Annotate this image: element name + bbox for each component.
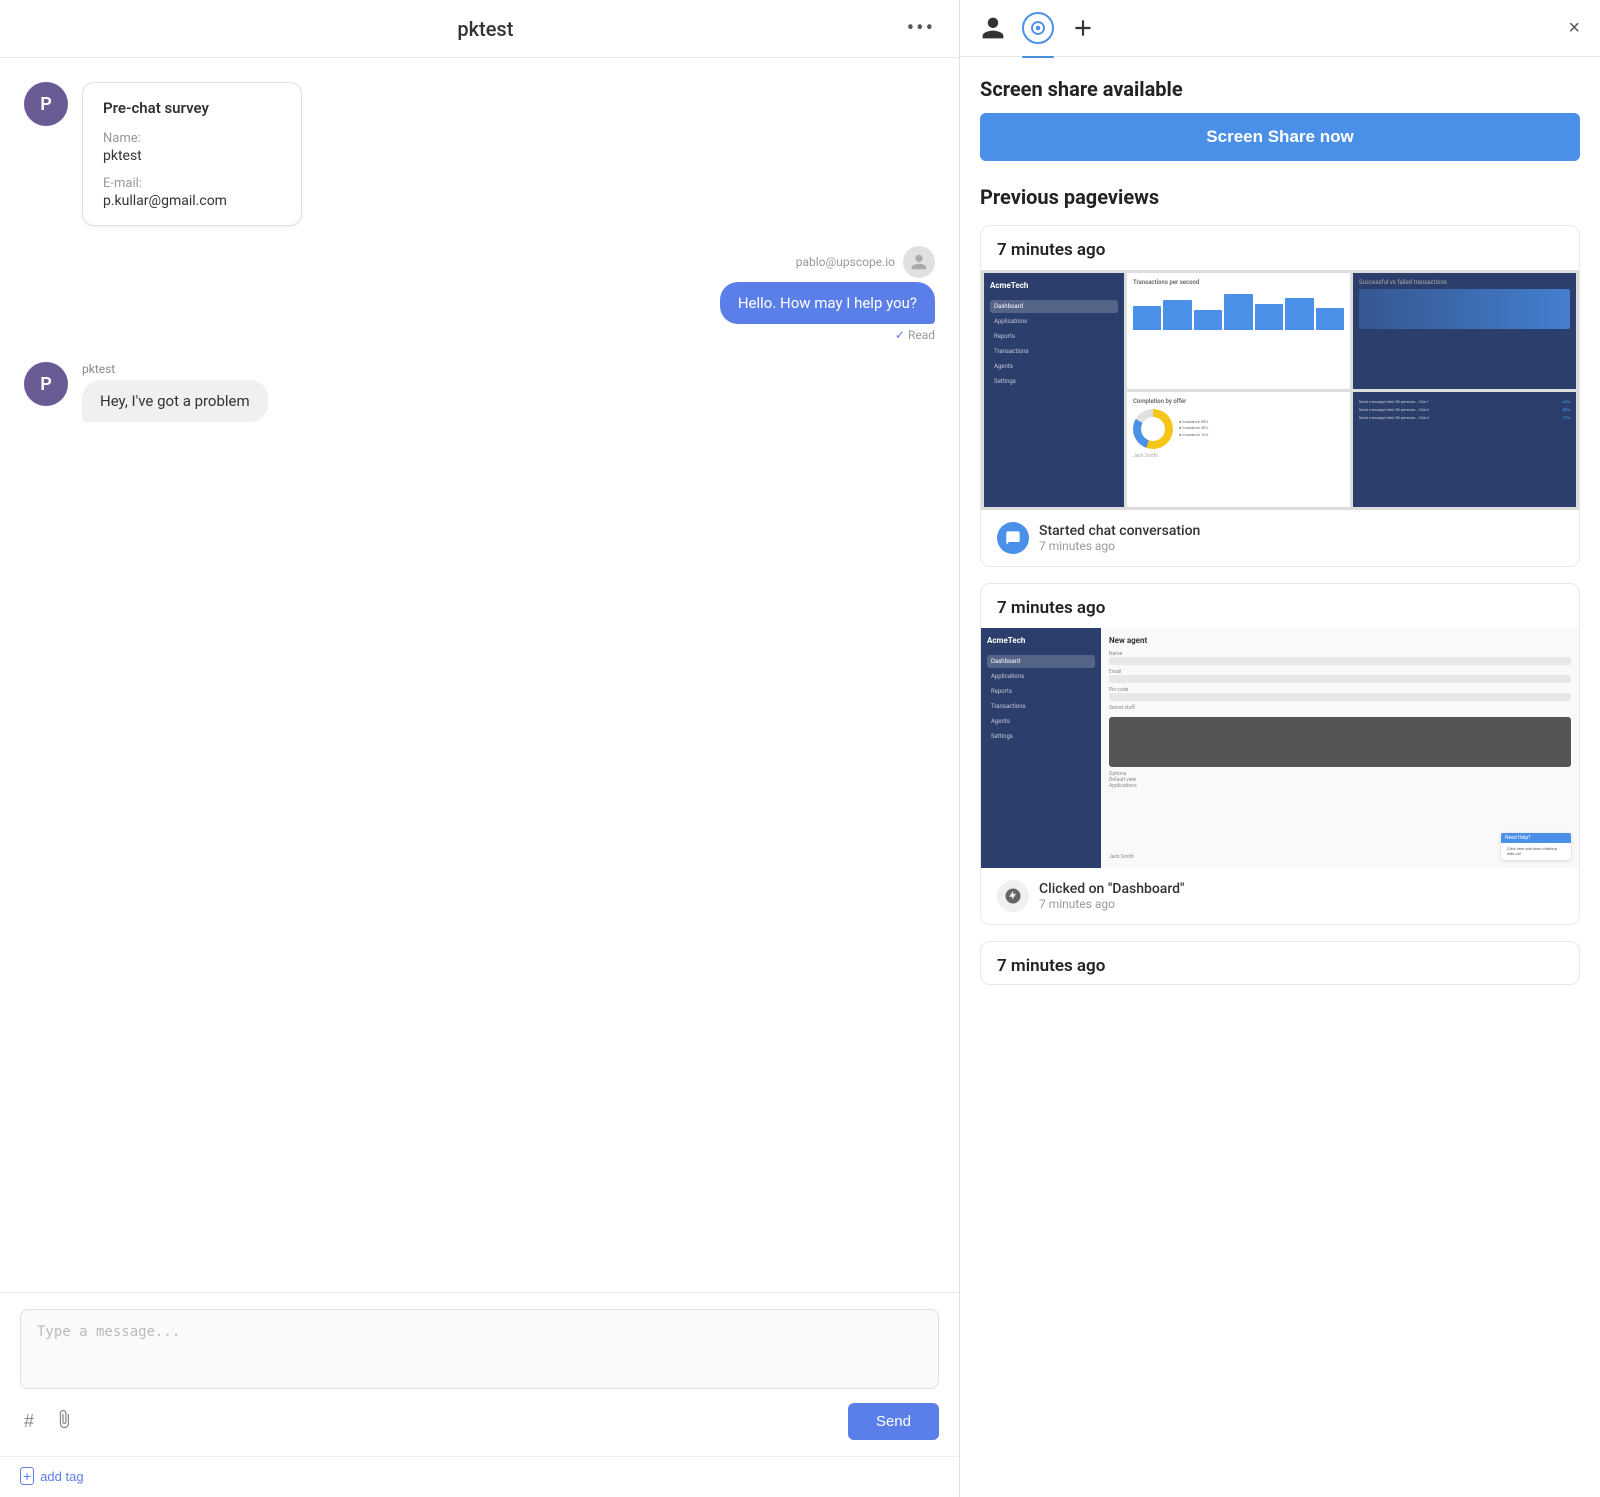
- input-icons: #: [20, 1405, 78, 1438]
- pageview-event-text-2: Clicked on "Dashboard" 7 minutes ago: [1039, 881, 1563, 911]
- outgoing-bubble: Hello. How may I help you?: [720, 282, 935, 324]
- incoming-message: P pktest Hey, I've got a problem: [24, 362, 935, 422]
- add-tag-label: add tag: [40, 1469, 83, 1484]
- survey-box: Pre-chat survey Name: pktest E-mail: p.k…: [82, 82, 302, 226]
- header-icon-group: [980, 12, 1096, 44]
- plus-icon: +: [20, 1467, 34, 1485]
- incoming-content: pktest Hey, I've got a problem: [82, 362, 268, 422]
- email-value: p.kullar@gmail.com: [103, 193, 281, 209]
- pageview-time-1: 7 minutes ago: [981, 226, 1579, 270]
- pageview-screenshot-2[interactable]: AcmeTech Dashboard Applications Reports …: [981, 628, 1579, 868]
- name-label: Name:: [103, 131, 281, 146]
- sender-name: pktest: [82, 362, 268, 376]
- screenshot-panel-tr: Successful vs failed transactions: [1353, 273, 1576, 389]
- chat-menu-button[interactable]: •••: [907, 16, 935, 41]
- pageview-footer-1: Started chat conversation 7 minutes ago: [981, 510, 1579, 566]
- screen-share-title: Screen share available: [980, 77, 1580, 101]
- target-icon: [1022, 12, 1054, 44]
- user-avatar-2: P: [24, 362, 68, 406]
- chat-title: pktest: [457, 17, 513, 41]
- pageview-screenshot-1[interactable]: AcmeTech Dashboard Applications Reports …: [981, 270, 1579, 510]
- screenshot-panel-tl: Transactions per second: [1127, 273, 1350, 389]
- sender-meta: pablo@upscope.io: [796, 255, 895, 269]
- hash-button[interactable]: #: [20, 1407, 38, 1436]
- input-actions: # Send: [20, 1403, 939, 1440]
- outgoing-message: pablo@upscope.io Hello. How may I help y…: [24, 246, 935, 342]
- add-tag-row: + add tag: [0, 1456, 959, 1497]
- screen-share-section: Screen share available Screen Share now: [980, 77, 1580, 161]
- agent-meta-row: pablo@upscope.io: [796, 246, 935, 278]
- event-time-1: 7 minutes ago: [1039, 539, 1563, 553]
- screenshot-inner-1: AcmeTech Dashboard Applications Reports …: [981, 270, 1579, 510]
- pageview-card-2: 7 minutes ago AcmeTech Dashboard Applica…: [980, 583, 1580, 925]
- agent-avatar-small: [903, 246, 935, 278]
- add-tag-button[interactable]: + add tag: [20, 1467, 84, 1485]
- incoming-bubble: Hey, I've got a problem: [82, 380, 268, 422]
- event-time-2: 7 minutes ago: [1039, 897, 1563, 911]
- message-input[interactable]: [20, 1309, 939, 1389]
- pageview-card-3: 7 minutes ago: [980, 941, 1580, 985]
- chat-header: pktest •••: [0, 0, 959, 58]
- prechat-card: P Pre-chat survey Name: pktest E-mail: p…: [24, 82, 935, 226]
- user-avatar: P: [24, 82, 68, 126]
- plus-icon-button[interactable]: [1070, 15, 1096, 41]
- chat-widget-mini: Need Help? Click here and start chatting…: [1501, 833, 1571, 860]
- chat-body: P Pre-chat survey Name: pktest E-mail: p…: [0, 58, 959, 1292]
- event-label-1: Started chat conversation: [1039, 523, 1563, 539]
- pageviews-section: Previous pageviews 7 minutes ago AcmeTec…: [980, 185, 1580, 985]
- mini-donut: [1133, 409, 1173, 449]
- click-event-icon: [997, 880, 1029, 912]
- pageview-time-3: 7 minutes ago: [981, 942, 1579, 984]
- pageview-event-text-1: Started chat conversation 7 minutes ago: [1039, 523, 1563, 553]
- target-icon-button[interactable]: [1022, 12, 1054, 44]
- right-content: Screen share available Screen Share now …: [960, 57, 1600, 1497]
- screenshot-main-2: New agent Name Email Pin code: [1101, 628, 1579, 868]
- screenshot-sidebar-2: AcmeTech Dashboard Applications Reports …: [981, 628, 1101, 868]
- screenshot-panel-bl: Completion by offer ● Insurance 55% ● In…: [1127, 392, 1350, 508]
- left-panel: pktest ••• P Pre-chat survey Name: pktes…: [0, 0, 960, 1497]
- send-button[interactable]: Send: [848, 1403, 939, 1440]
- pageview-card-1: 7 minutes ago AcmeTech Dashboard Applica…: [980, 225, 1580, 567]
- person-icon-button[interactable]: [980, 15, 1006, 41]
- screenshot-inner-2: AcmeTech Dashboard Applications Reports …: [981, 628, 1579, 868]
- screenshot-sidebar-1: AcmeTech Dashboard Applications Reports …: [984, 273, 1124, 507]
- close-button[interactable]: ×: [1568, 17, 1580, 40]
- attach-button[interactable]: [50, 1405, 78, 1438]
- right-header: ×: [960, 0, 1600, 57]
- email-label: E-mail:: [103, 176, 281, 191]
- survey-title: Pre-chat survey: [103, 99, 281, 117]
- screenshot-panel-br: Most message then 50 persons... Ella 144…: [1353, 392, 1576, 508]
- right-panel: × Screen share available Screen Share no…: [960, 0, 1600, 1497]
- event-label-2: Clicked on "Dashboard": [1039, 881, 1563, 897]
- pageview-time-2: 7 minutes ago: [981, 584, 1579, 628]
- chat-input-area: # Send: [0, 1292, 959, 1456]
- read-status: ✓ Read: [895, 328, 935, 342]
- pageview-footer-2: Clicked on "Dashboard" 7 minutes ago: [981, 868, 1579, 924]
- chat-event-icon: [997, 522, 1029, 554]
- screen-share-button[interactable]: Screen Share now: [980, 113, 1580, 161]
- name-value: pktest: [103, 148, 281, 164]
- pageviews-title: Previous pageviews: [980, 185, 1580, 209]
- mini-bar-chart: [1133, 290, 1344, 330]
